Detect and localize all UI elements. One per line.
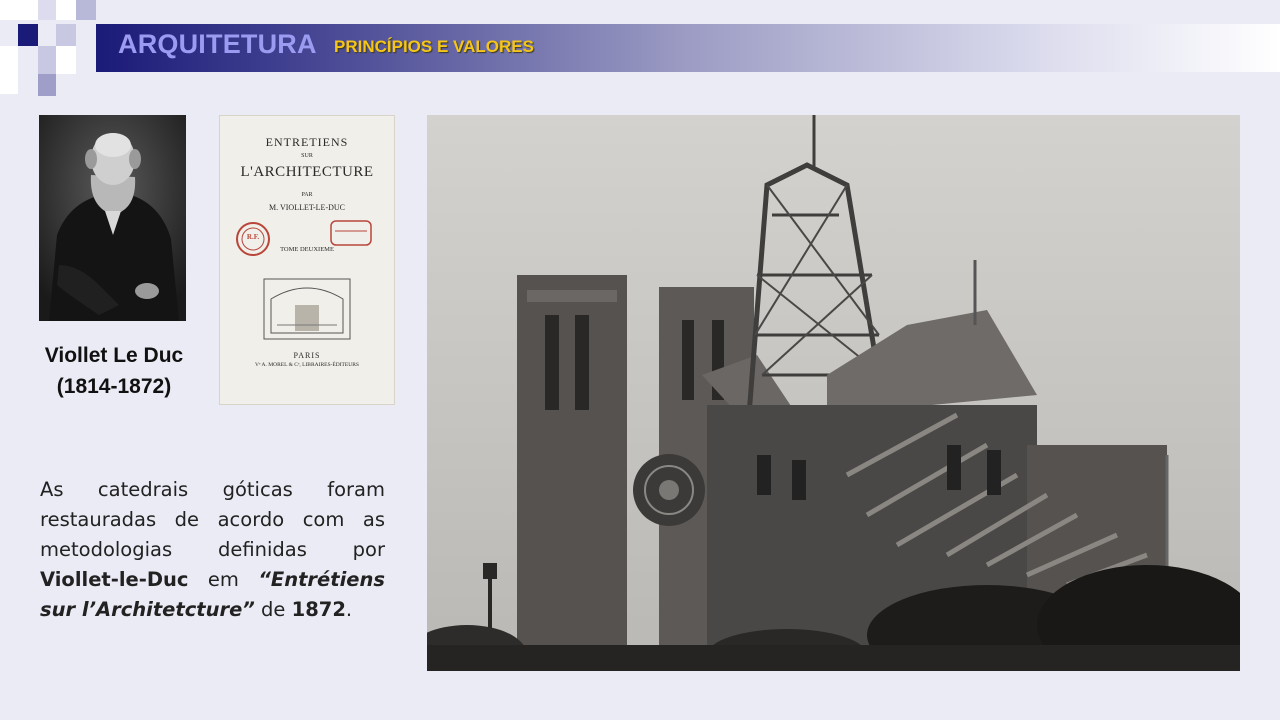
- body-text-part1: As catedrais góticas foram restauradas d…: [40, 478, 385, 561]
- book-city: PARIS: [293, 351, 321, 360]
- book-publisher: Vᵉ A. MOREL & Cᵉ, LIBRAIRES-ÉDITEURS: [255, 362, 359, 368]
- slide-subtitle: PRINCÍPIOS E VALORES: [334, 37, 534, 56]
- body-text-part3: de: [254, 598, 292, 621]
- book-author-par: PAR: [301, 192, 313, 198]
- body-text-part4: .: [345, 598, 353, 621]
- book-cover-image: ENTRETIENS SUR L'ARCHITECTURE PAR M. VIO…: [219, 115, 395, 405]
- portrait-caption-name: Viollet Le Duc: [44, 344, 184, 367]
- portrait-photo: [39, 115, 186, 321]
- book-tome: TOME DEUXIEME: [280, 246, 334, 253]
- body-text-part2: em: [188, 568, 259, 591]
- book-stamp-text: R.F.: [246, 233, 260, 241]
- book-author: M. VIOLLET-LE-DUC: [269, 203, 345, 212]
- portrait-caption-dates: (1814-1872): [56, 375, 172, 398]
- book-title-line1: ENTRETIENS: [265, 135, 349, 149]
- slide-title: ARQUITETURA: [118, 29, 317, 59]
- book-title-line3: L'ARCHITECTURE: [240, 164, 374, 180]
- portrait-caption: Viollet Le Duc (1814-1872): [30, 340, 198, 402]
- body-author-name: Viollet-le-Duc: [40, 568, 189, 591]
- body-paragraph: As catedrais góticas foram restauradas d…: [40, 475, 385, 625]
- book-vignette-icon: [263, 278, 351, 340]
- cathedral-photo: [427, 115, 1240, 671]
- book-title-line2: SUR: [301, 153, 313, 159]
- body-year: 1872: [291, 598, 346, 621]
- book-stamps: [236, 220, 372, 256]
